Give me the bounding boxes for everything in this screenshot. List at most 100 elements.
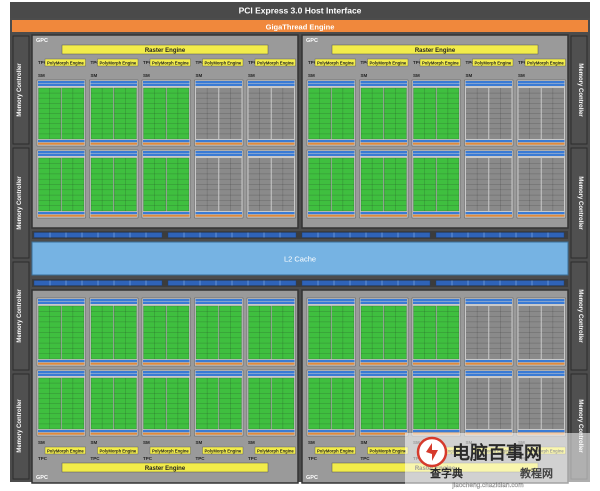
l1-cache-bar (360, 432, 407, 435)
sm-label: SM (196, 440, 203, 445)
l1-cache-bar (465, 362, 512, 365)
register-file-bar (308, 374, 355, 376)
register-file-bar (465, 302, 512, 304)
shared-memory-bar (518, 212, 565, 215)
sm-label: SM (361, 73, 368, 78)
register-file-bar (308, 151, 355, 154)
tpc: TPC PolyMorph EngineSM (464, 58, 514, 219)
shared-memory-bar (38, 360, 85, 363)
gpc-label: GPC (36, 475, 48, 481)
register-file-bar (143, 371, 190, 374)
shared-memory-bar (308, 430, 355, 433)
polymorph-label: PolyMorph Engine (422, 61, 459, 66)
memory-controller-label: Memory Controller (577, 289, 583, 343)
l1-cache-bar (90, 214, 137, 217)
tpc-label: TPC (308, 456, 318, 461)
register-file-bar (413, 299, 460, 302)
sm-label: SM (518, 73, 525, 78)
shared-memory-bar (413, 140, 460, 143)
l1-cache-bar (308, 214, 355, 217)
register-file-bar (248, 81, 295, 84)
l1-cache-bar (195, 432, 242, 435)
register-file-bar (308, 299, 355, 302)
tpc: TPC PolyMorph EngineSM (246, 58, 296, 219)
register-file-bar (90, 374, 137, 376)
shared-memory-bar (413, 360, 460, 363)
register-file-bar (38, 371, 85, 374)
tpc-label: TPC (38, 456, 48, 461)
register-file-bar (195, 81, 242, 84)
shared-memory-bar (308, 212, 355, 215)
l1-cache-bar (360, 214, 407, 217)
memory-controller-label: Memory Controller (577, 176, 583, 230)
polymorph-label: PolyMorph Engine (47, 449, 84, 454)
register-file-bar (465, 81, 512, 84)
watermark: 电脑百事网 查字典 教程网 jiaocheng.chazidian.com (405, 433, 590, 489)
shared-memory-bar (143, 430, 190, 433)
shared-memory-bar (90, 360, 137, 363)
polymorph-label: PolyMorph Engine (475, 61, 512, 66)
shared-memory-bar (248, 360, 295, 363)
raster-engine-label: Raster Engine (415, 48, 456, 54)
shared-memory-bar (308, 140, 355, 143)
register-file-bar (518, 374, 565, 376)
register-file-bar (308, 84, 355, 86)
memory-controller: Memory Controller (570, 147, 588, 259)
shared-memory-bar (195, 140, 242, 143)
shared-memory-bar (38, 430, 85, 433)
raster-engine-label: Raster Engine (145, 48, 186, 54)
register-file-bar (360, 302, 407, 304)
polymorph-label: PolyMorph Engine (317, 61, 354, 66)
sm-label: SM (196, 73, 203, 78)
l1-cache-bar (143, 214, 190, 217)
register-file-bar (465, 374, 512, 376)
shared-memory-bar (465, 360, 512, 363)
memory-controller-label: Memory Controller (17, 289, 23, 343)
gpc-label: GPC (306, 38, 318, 44)
shared-memory-bar (465, 140, 512, 143)
register-file-bar (248, 154, 295, 156)
register-file-bar (413, 371, 460, 374)
register-file-bar (465, 299, 512, 302)
l1-cache-bar (195, 362, 242, 365)
register-file-bar (465, 154, 512, 156)
memory-controller: Memory Controller (570, 261, 588, 371)
sm-label: SM (308, 73, 315, 78)
register-file-bar (195, 374, 242, 376)
register-file-bar (90, 154, 137, 156)
polymorph-label: PolyMorph Engine (100, 61, 137, 66)
register-file-bar (195, 151, 242, 154)
register-file-bar (518, 371, 565, 374)
register-file-bar (38, 299, 85, 302)
polymorph-label: PolyMorph Engine (100, 449, 137, 454)
tpc: TPC PolyMorph EngineSM (359, 58, 409, 219)
l1-cache-bar (413, 142, 460, 145)
polymorph-label: PolyMorph Engine (152, 61, 189, 66)
polymorph-label: PolyMorph Engine (527, 61, 564, 66)
shared-memory-bar (90, 212, 137, 215)
memory-controller-label: Memory Controller (17, 176, 23, 230)
register-file-bar (90, 81, 137, 84)
l1-cache-bar (360, 362, 407, 365)
sm-label: SM (248, 440, 255, 445)
shared-memory-bar (195, 360, 242, 363)
sm-label: SM (38, 440, 45, 445)
register-file-bar (143, 84, 190, 86)
shared-memory-bar (90, 430, 137, 433)
l1-cache-bar (38, 142, 85, 145)
memory-controllers-right: Memory Controller Memory Controller Memo… (570, 35, 588, 480)
l1-cache-bar (248, 362, 295, 365)
shared-memory-bar (465, 212, 512, 215)
sm-label: SM (248, 73, 255, 78)
register-file-bar (90, 299, 137, 302)
sm-label: SM (91, 73, 98, 78)
l1-cache-bar (360, 142, 407, 145)
shared-memory-bar (518, 360, 565, 363)
shared-memory-bar (38, 212, 85, 215)
l1-cache-bar (38, 362, 85, 365)
memory-controller: Memory Controller (12, 35, 30, 145)
shared-memory-bar (38, 140, 85, 143)
l1-cache-bar (90, 432, 137, 435)
register-file-bar (518, 299, 565, 302)
register-file-bar (360, 371, 407, 374)
